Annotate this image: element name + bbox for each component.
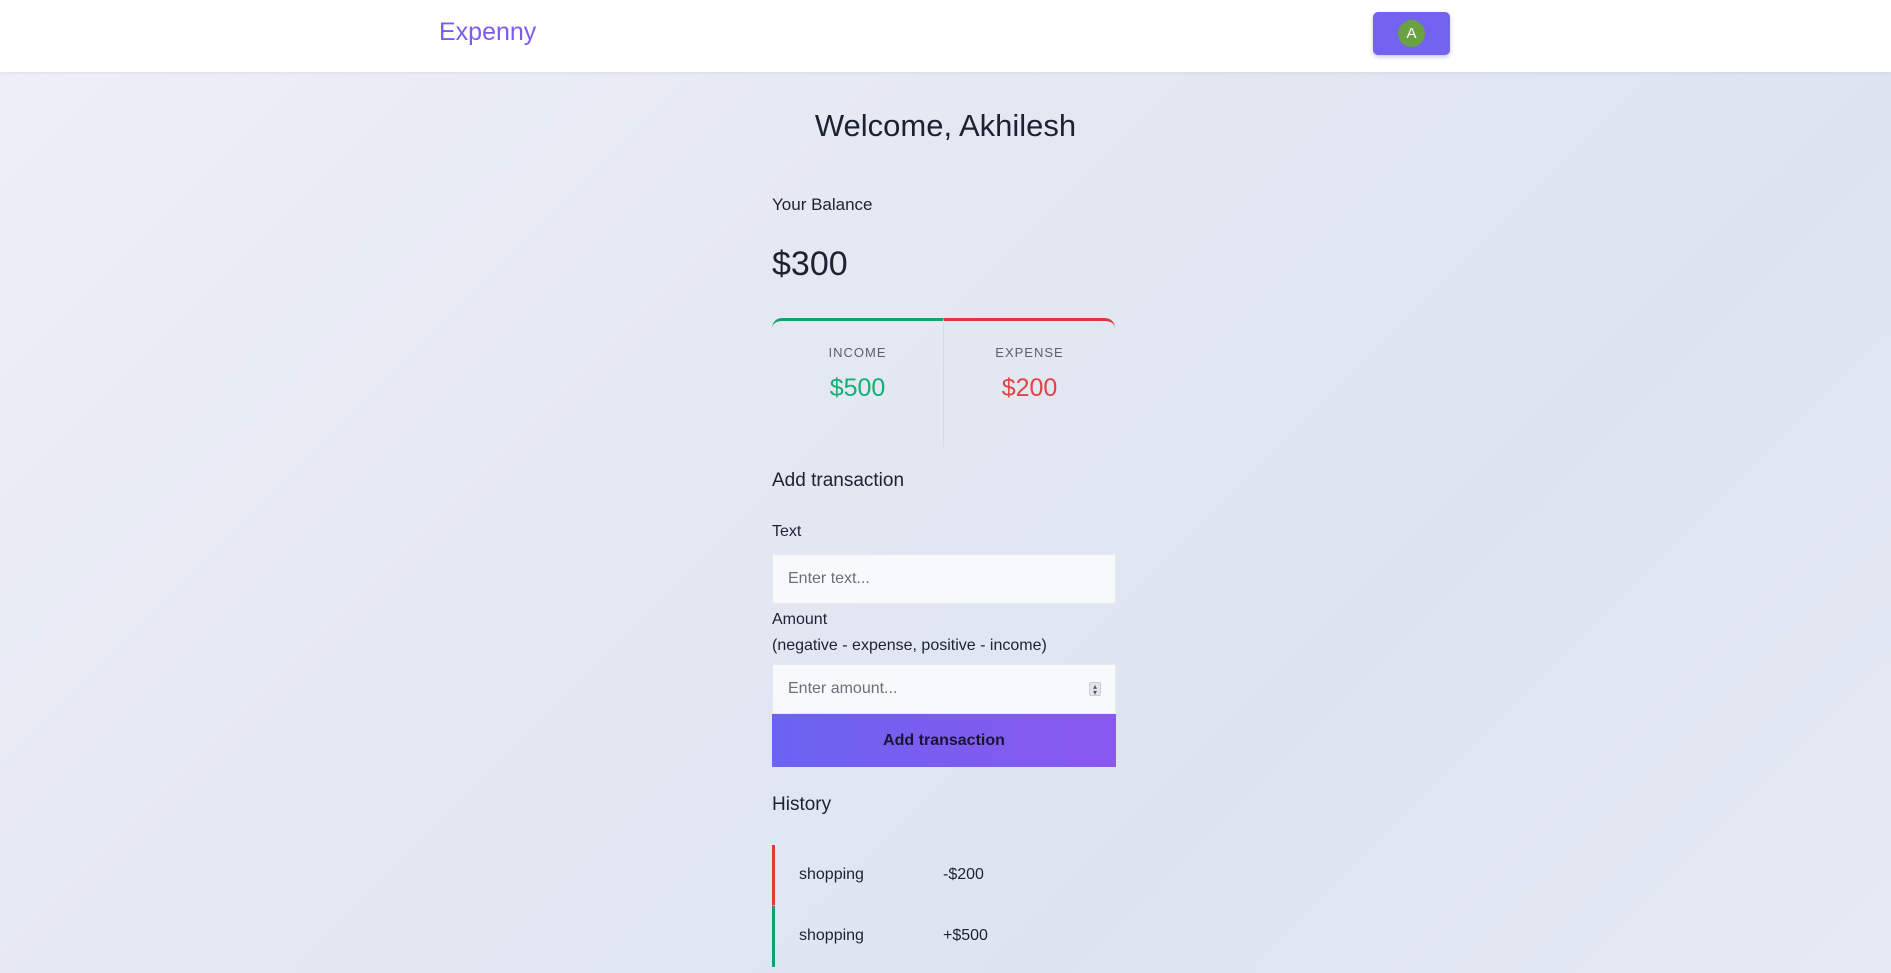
amount-label-text: Amount bbox=[772, 611, 828, 628]
history-heading: History bbox=[772, 794, 832, 815]
list-item[interactable]: shopping +$500 bbox=[772, 906, 1116, 967]
brand-logo[interactable]: Expenny bbox=[439, 18, 536, 47]
income-value: $500 bbox=[829, 374, 886, 402]
amount-hint-text: (negative - expense, positive - income) bbox=[772, 637, 1047, 654]
list-item[interactable]: shopping -$200 bbox=[772, 845, 1116, 906]
text-input[interactable] bbox=[772, 554, 1116, 604]
top-navbar: Expenny A bbox=[0, 0, 1891, 72]
history-item-text: shopping bbox=[799, 927, 864, 944]
history-item-amount: +$500 bbox=[943, 927, 988, 944]
expense-value: $200 bbox=[1001, 374, 1058, 402]
income-expense-summary: INCOME $500 EXPENSE $200 bbox=[772, 318, 1116, 447]
balance-label: Your Balance bbox=[772, 195, 873, 214]
history-item-text: shopping bbox=[799, 866, 864, 883]
number-spinner-icon[interactable]: ▴ ▾ bbox=[1089, 682, 1101, 697]
expense-panel: EXPENSE $200 bbox=[944, 318, 1115, 447]
add-transaction-heading: Add transaction bbox=[772, 470, 905, 491]
history-list: shopping -$200 shopping +$500 bbox=[772, 845, 1116, 967]
history-item-amount: -$200 bbox=[943, 866, 984, 883]
balance-amount: $300 bbox=[772, 245, 848, 283]
add-transaction-button[interactable]: Add transaction bbox=[772, 714, 1116, 767]
income-panel: INCOME $500 bbox=[772, 318, 944, 447]
avatar: A bbox=[1398, 20, 1425, 47]
welcome-heading: Welcome, Akhilesh bbox=[814, 108, 1077, 143]
income-label: INCOME bbox=[828, 345, 887, 360]
amount-field-label: Amount (negative - expense, positive - i… bbox=[772, 607, 1047, 659]
expense-label: EXPENSE bbox=[995, 345, 1064, 360]
amount-input[interactable] bbox=[772, 664, 1116, 714]
profile-menu-button[interactable]: A bbox=[1373, 12, 1450, 55]
amount-field: ▴▾ bbox=[772, 664, 1116, 714]
text-field-label: Text bbox=[772, 523, 802, 540]
